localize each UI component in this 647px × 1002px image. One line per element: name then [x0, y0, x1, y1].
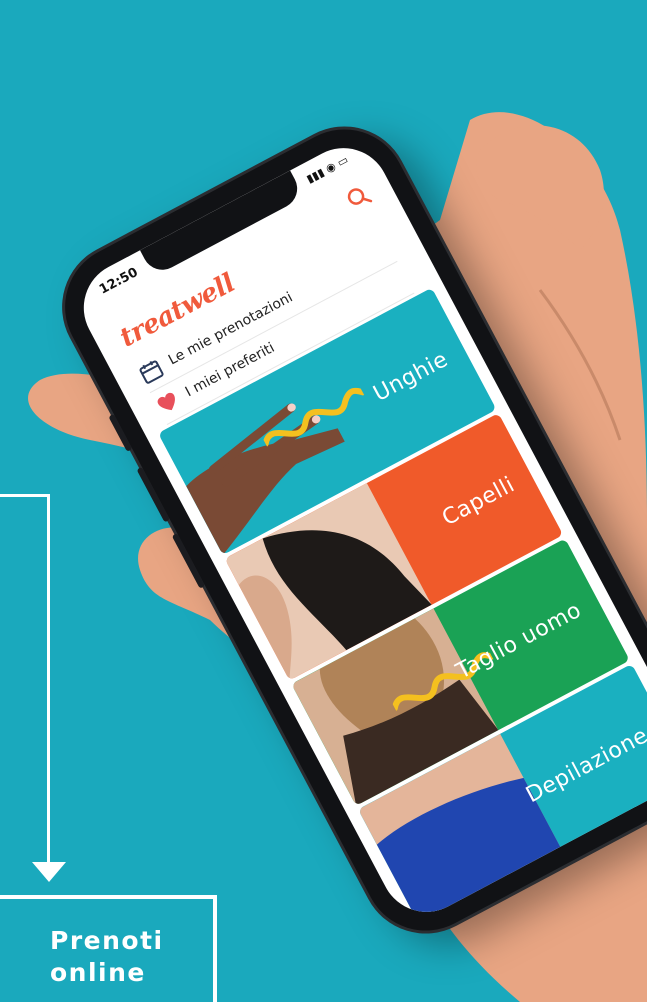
callout-line-2: online	[50, 958, 146, 987]
scene: 12:50 ▮▮▮ ◉ ▭ treatwell Le mie prenotazi…	[0, 0, 647, 1002]
callout-text: Prenoti online	[50, 925, 210, 989]
callout-line-1: Prenoti	[50, 926, 164, 955]
arrow-down-icon	[32, 862, 66, 882]
connector-line-horizontal	[0, 494, 50, 497]
connector-line-vertical	[47, 494, 50, 866]
hand-thumb-overlay	[476, 125, 604, 250]
